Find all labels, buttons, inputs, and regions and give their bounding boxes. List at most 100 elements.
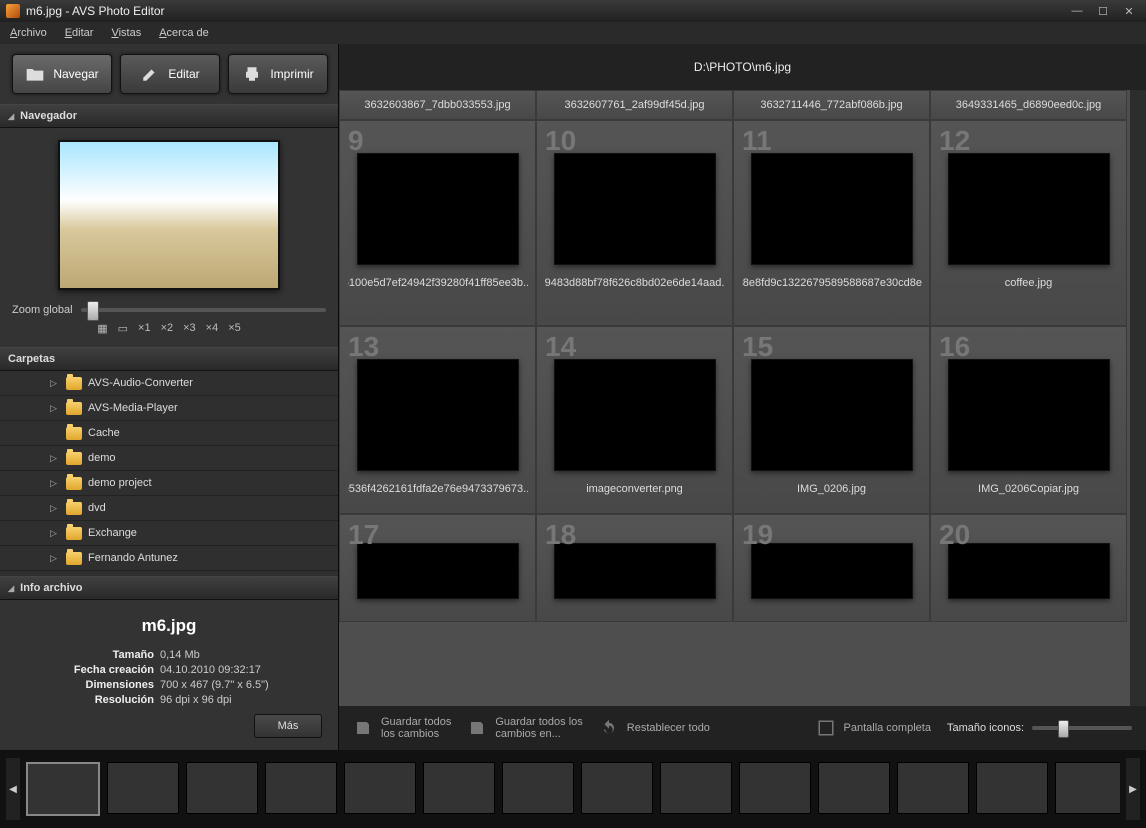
filmstrip-strip[interactable]	[26, 762, 1120, 816]
header-cell: 3632607761_2af99df45d.jpg	[536, 90, 733, 120]
filmstrip-thumb[interactable]	[423, 762, 495, 814]
folder-tree[interactable]: ▷AVS-Audio-Converter▷AVS-Media-PlayerCac…	[0, 371, 338, 576]
edit-button[interactable]: Editar	[120, 54, 220, 94]
size-label: Tamaño	[16, 648, 154, 663]
thumbnail-cell[interactable]: 1069483d88bf78f626c8bd02e6de14aad...	[536, 120, 733, 326]
fileinfo-header[interactable]: ◢Info archivo	[0, 576, 338, 600]
filmstrip-thumb[interactable]	[818, 762, 890, 814]
folder-item[interactable]: ▷AVS-Audio-Converter	[0, 371, 338, 396]
thumbnail-cell[interactable]: 12coffee.jpg	[930, 120, 1127, 326]
thumbnail-cell[interactable]: 14imageconverter.png	[536, 326, 733, 514]
browse-button[interactable]: Navegar	[12, 54, 112, 94]
thumbnail-image[interactable]	[357, 359, 519, 471]
thumbnail-image[interactable]	[948, 359, 1110, 471]
icon-size-thumb[interactable]	[1058, 720, 1069, 738]
thumbnail-cell[interactable]: 95100e5d7ef24942f39280f41ff85ee3b...	[339, 120, 536, 326]
thumbnail-cell[interactable]: 15IMG_0206.jpg	[733, 326, 930, 514]
menu-views[interactable]: Vistas	[111, 27, 141, 39]
thumbnail-cell[interactable]: 11cc8e8fd9c1322679589588687e30cd8e...	[733, 120, 930, 326]
filmstrip-thumb[interactable]	[976, 762, 1048, 814]
thumbnail-cell[interactable]: 19	[733, 514, 930, 622]
folder-item[interactable]: Cache	[0, 421, 338, 446]
filmstrip-thumb[interactable]	[265, 762, 337, 814]
thumbnail-caption: coffee.jpg	[939, 265, 1119, 301]
thumbnail-image[interactable]	[948, 543, 1110, 599]
filmstrip-thumb[interactable]	[107, 762, 179, 814]
save-all-as-button[interactable]: Guardar todos loscambios en...	[467, 716, 582, 740]
thumbnail-image[interactable]	[751, 359, 913, 471]
thumbnail-image[interactable]	[554, 153, 716, 265]
zoom-x1[interactable]: ×1	[138, 322, 151, 335]
thumbnail-image[interactable]	[357, 153, 519, 265]
thumbnail-cell[interactable]: 13e536f4262161fdfa2e76e9473379673...	[339, 326, 536, 514]
filmstrip-thumb[interactable]	[739, 762, 811, 814]
folder-item[interactable]: ▷Fernando Antunez	[0, 546, 338, 571]
filmstrip-thumb[interactable]	[26, 762, 100, 816]
thumbnail-image[interactable]	[751, 153, 913, 265]
expand-icon[interactable]: ▷	[50, 503, 60, 514]
folder-name: demo project	[88, 477, 152, 489]
print-button[interactable]: Imprimir	[228, 54, 328, 94]
zoom-x2[interactable]: ×2	[161, 322, 174, 335]
folder-item[interactable]: ▷demo	[0, 446, 338, 471]
expand-icon[interactable]: ▷	[50, 453, 60, 464]
header-cell: 3649331465_d6890eed0c.jpg	[930, 90, 1127, 120]
zoom-slider[interactable]	[81, 308, 326, 312]
zoom-grid-icon[interactable]: ▦	[97, 322, 107, 335]
menu-edit[interactable]: Editar	[65, 27, 94, 39]
filmstrip-thumb[interactable]	[502, 762, 574, 814]
vertical-scrollbar[interactable]	[1130, 90, 1146, 706]
folder-item[interactable]: ▷dvd	[0, 496, 338, 521]
expand-icon[interactable]: ▷	[50, 378, 60, 389]
more-button[interactable]: Más	[254, 714, 322, 738]
reset-button[interactable]: Restablecer todo	[599, 719, 710, 737]
zoom-x5[interactable]: ×5	[228, 322, 241, 335]
navigator-header[interactable]: ◢Navegador	[0, 104, 338, 128]
icon-size-slider[interactable]	[1032, 726, 1132, 730]
thumbnail-cell[interactable]: 17	[339, 514, 536, 622]
thumbnail-image[interactable]	[357, 543, 519, 599]
thumbnail-image[interactable]	[751, 543, 913, 599]
preview-image[interactable]	[58, 140, 280, 290]
maximize-button[interactable]: ☐	[1092, 4, 1114, 18]
minimize-button[interactable]: —	[1066, 4, 1088, 18]
expand-icon[interactable]: ▷	[50, 403, 60, 414]
filmstrip-thumb[interactable]	[344, 762, 416, 814]
filmstrip-thumb[interactable]	[660, 762, 732, 814]
path-bar: D:\PHOTO\m6.jpg	[339, 44, 1146, 90]
thumbnail-cell[interactable]: 16IMG_0206Copiar.jpg	[930, 326, 1127, 514]
close-button[interactable]: ✕	[1118, 4, 1140, 18]
filmstrip-thumb[interactable]	[581, 762, 653, 814]
thumbnail-cell[interactable]: 20	[930, 514, 1127, 622]
folders-header[interactable]: Carpetas	[0, 347, 338, 371]
zoom-x3[interactable]: ×3	[183, 322, 196, 335]
zoom-x4[interactable]: ×4	[206, 322, 219, 335]
thumbnail-image[interactable]	[948, 153, 1110, 265]
filmstrip-next-button[interactable]: ▶	[1126, 758, 1140, 820]
folder-icon	[66, 527, 82, 540]
save-all-button[interactable]: Guardar todoslos cambios	[353, 716, 451, 740]
filmstrip-thumb[interactable]	[897, 762, 969, 814]
fullscreen-button[interactable]: Pantalla completa	[816, 719, 931, 737]
thumbnail-image[interactable]	[554, 543, 716, 599]
expand-icon[interactable]: ▷	[50, 528, 60, 539]
filmstrip-thumb[interactable]	[186, 762, 258, 814]
filmstrip-prev-button[interactable]: ◀	[6, 758, 20, 820]
thumbnail-caption: imageconverter.png	[545, 471, 725, 507]
zoom-fit-icon[interactable]: ▭	[118, 322, 128, 335]
menu-about[interactable]: Acerca de	[159, 27, 209, 39]
expand-icon[interactable]: ▷	[50, 553, 60, 564]
thumbnail-image[interactable]	[554, 359, 716, 471]
menu-file[interactable]: Archivo	[10, 27, 47, 39]
folder-item[interactable]: ▷AVS-Media-Player	[0, 396, 338, 421]
thumbnail-caption: IMG_0206Copiar.jpg	[939, 471, 1119, 507]
folder-item[interactable]: ▷Exchange	[0, 521, 338, 546]
titlebar[interactable]: m6.jpg - AVS Photo Editor — ☐ ✕	[0, 0, 1146, 22]
expand-icon[interactable]: ▷	[50, 478, 60, 489]
thumbnail-grid[interactable]: 3632603867_7dbb033553.jpg3632607761_2af9…	[339, 90, 1130, 706]
filmstrip-thumb[interactable]	[1055, 762, 1120, 814]
folder-item[interactable]: ▷ demo project	[0, 471, 338, 496]
zoom-thumb[interactable]	[87, 301, 99, 321]
thumbnail-caption: 69483d88bf78f626c8bd02e6de14aad...	[545, 265, 725, 301]
thumbnail-cell[interactable]: 18	[536, 514, 733, 622]
